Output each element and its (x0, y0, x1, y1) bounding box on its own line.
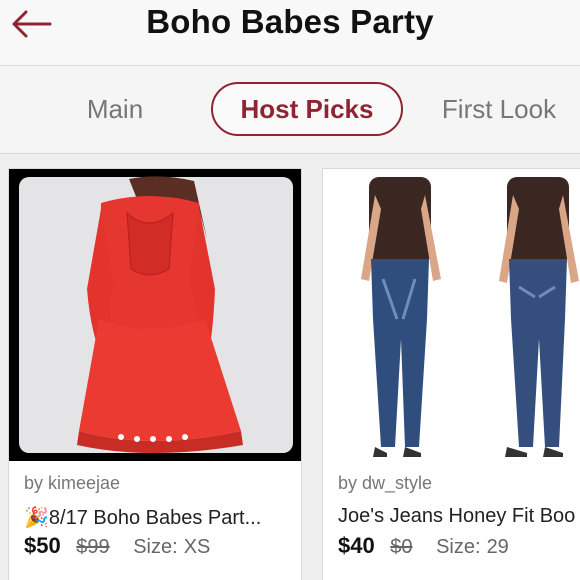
price: $40 (338, 533, 375, 558)
tab-bar: Main Host Picks First Look (0, 66, 580, 154)
price-row: $50 $99 Size: XS (24, 533, 210, 559)
seller-name[interactable]: by kimeejae (24, 473, 120, 494)
size-info: Size: XS (133, 536, 211, 558)
page-title: Boho Babes Party (146, 3, 434, 40)
size-info: Size: 29 (436, 536, 509, 558)
original-price: $0 (390, 536, 413, 558)
listing-card[interactable]: by kimeejae 🎉8/17 Boho Babes Part... $50… (8, 168, 302, 580)
header-bar: Boho Babes Party (0, 0, 580, 66)
tab-host-picks[interactable]: Host Picks (211, 82, 403, 136)
price-row: $40 $0 Size: 29 (338, 533, 509, 559)
seller-name[interactable]: by dw_style (338, 473, 432, 494)
tab-main[interactable]: Main (64, 82, 166, 136)
listing-photo-red-dress[interactable] (9, 169, 301, 461)
listing-title[interactable]: 🎉8/17 Boho Babes Part... (24, 505, 261, 530)
jeans-model-image (323, 169, 580, 461)
original-price: $99 (76, 536, 110, 558)
listing-card[interactable]: by dw_style Joe's Jeans Honey Fit Boo $4… (322, 168, 580, 580)
listing-photo-jeans[interactable] (323, 169, 580, 461)
listing-title[interactable]: Joe's Jeans Honey Fit Boo (338, 505, 575, 528)
tab-first-look[interactable]: First Look (432, 82, 566, 136)
app-screen: Boho Babes Party Main Host Picks First L… (0, 0, 580, 580)
price: $50 (24, 533, 61, 558)
party-popper-icon: 🎉 (24, 507, 49, 529)
red-lace-dress-image (9, 169, 301, 461)
